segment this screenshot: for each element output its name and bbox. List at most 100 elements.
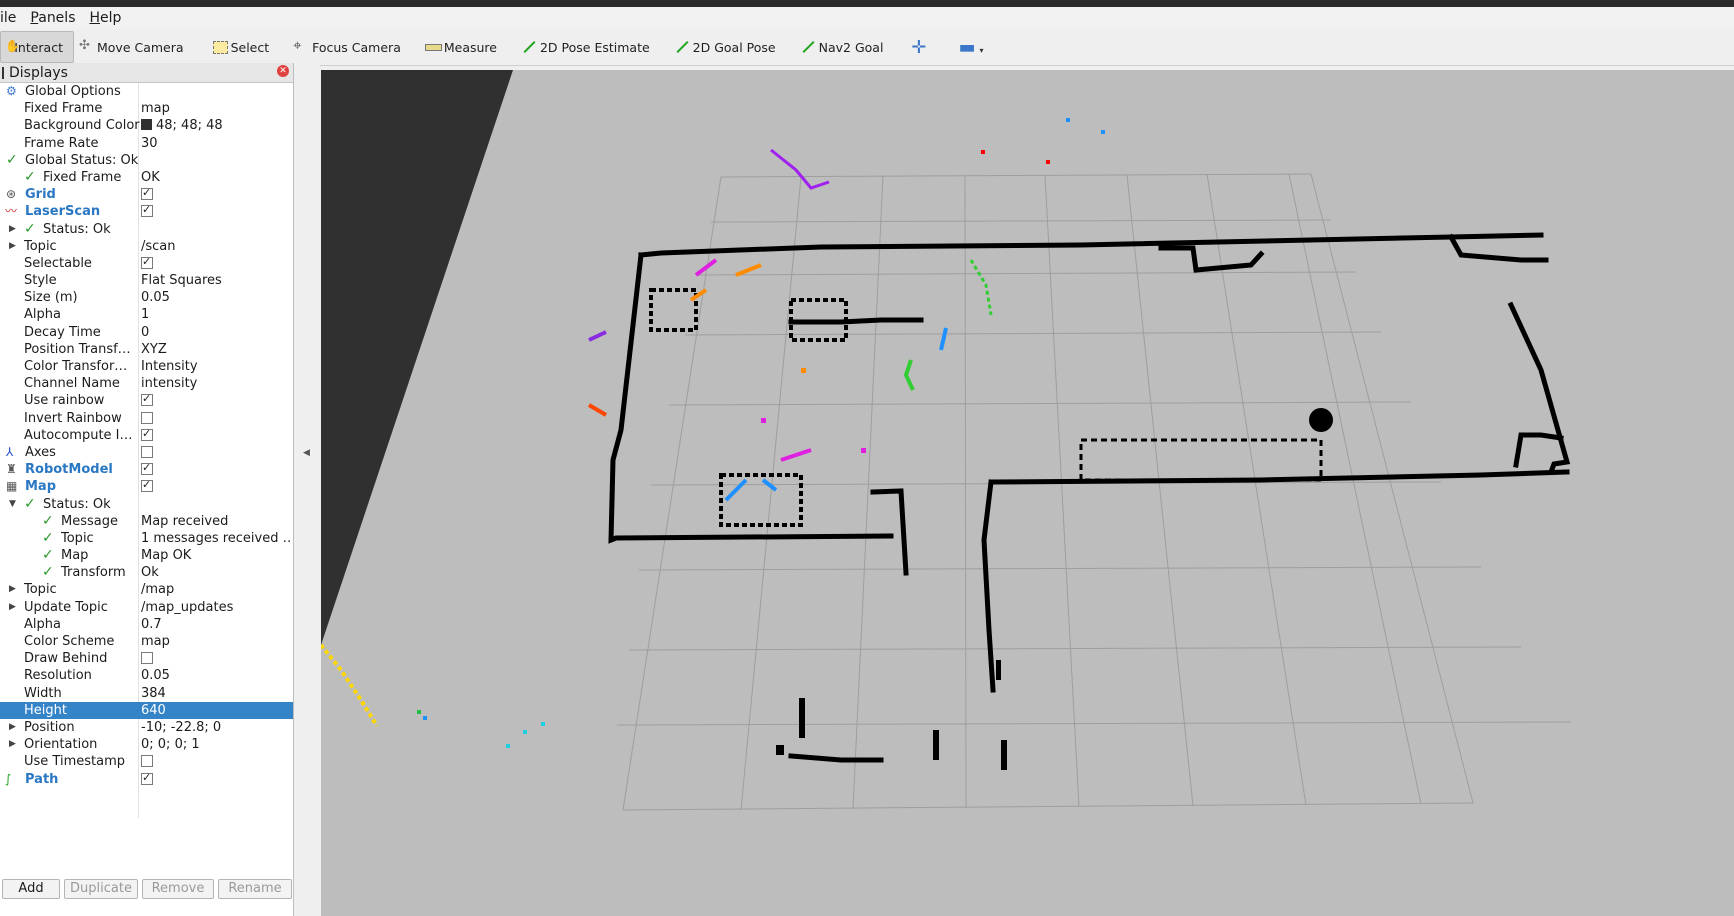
row-value[interactable]: /scan bbox=[141, 238, 291, 255]
row-color-scheme[interactable]: Color Scheme map bbox=[0, 633, 293, 650]
row-topic[interactable]: ▶ Topic /scan bbox=[0, 238, 293, 255]
focus-camera-tool[interactable]: Focus Camera bbox=[279, 32, 411, 62]
row-use-rainbow[interactable]: Use rainbow bbox=[0, 392, 293, 409]
row-fixed-frame[interactable]: Fixed Frame map bbox=[0, 100, 293, 117]
add-display-button[interactable]: Add bbox=[2, 879, 60, 899]
nav2-goal-tool[interactable]: Nav2 Goal bbox=[786, 32, 894, 62]
measure-tool[interactable]: Measure bbox=[411, 32, 507, 62]
autocompute-checkbox[interactable] bbox=[141, 427, 153, 442]
remove-tool-button[interactable]: ▬ bbox=[945, 37, 990, 58]
row-value[interactable]: /map bbox=[141, 581, 291, 598]
row-height-selected[interactable]: Height 640 bbox=[0, 701, 293, 719]
use-timestamp-checkbox[interactable] bbox=[141, 755, 153, 768]
row-orientation[interactable]: ▶ Orientation 0; 0; 0; 1 bbox=[0, 736, 293, 753]
row-value[interactable]: 30 bbox=[141, 135, 291, 152]
enable-checkbox[interactable] bbox=[141, 771, 153, 786]
menu-panels[interactable]: Panels bbox=[24, 10, 83, 26]
row-frame-rate[interactable]: Frame Rate 30 bbox=[0, 135, 293, 152]
rename-display-button[interactable]: Rename bbox=[218, 879, 292, 899]
row-invert-rainbow[interactable]: Invert Rainbow bbox=[0, 410, 293, 427]
row-global-options[interactable]: ⚙ Global Options bbox=[0, 83, 293, 100]
row-value[interactable]: 48; 48; 48 bbox=[141, 117, 291, 134]
duplicate-display-button[interactable]: Duplicate bbox=[64, 879, 138, 899]
panel-splitter[interactable] bbox=[294, 63, 320, 916]
row-value: 384 bbox=[141, 685, 166, 701]
collapse-arrow-icon[interactable]: ▼ bbox=[9, 496, 16, 513]
remove-display-button[interactable]: Remove bbox=[142, 879, 214, 899]
row-value[interactable]: 0 bbox=[141, 324, 291, 341]
row-fixed-frame-status[interactable]: ✓ Fixed Frame OK bbox=[0, 169, 293, 186]
interact-tool[interactable]: Interact bbox=[0, 31, 74, 63]
enable-checkbox[interactable] bbox=[141, 186, 153, 201]
menu-help[interactable]: Help bbox=[83, 10, 129, 26]
row-value[interactable]: Intensity bbox=[141, 358, 291, 375]
expand-arrow-icon[interactable]: ▶ bbox=[9, 238, 16, 255]
measure-icon bbox=[424, 39, 442, 55]
row-grid[interactable]: ⊛ Grid bbox=[0, 186, 293, 203]
row-width[interactable]: Width 384 bbox=[0, 685, 293, 702]
row-status-message[interactable]: ✓ Message Map received bbox=[0, 513, 293, 530]
row-laserscan[interactable]: 〰 LaserScan bbox=[0, 203, 293, 220]
row-draw-behind[interactable]: Draw Behind bbox=[0, 650, 293, 667]
row-alpha[interactable]: Alpha 1 bbox=[0, 306, 293, 323]
row-position-transformer[interactable]: Position Transf… XYZ bbox=[0, 341, 293, 358]
row-value[interactable]: map bbox=[141, 100, 291, 117]
row-resolution[interactable]: Resolution 0.05 bbox=[0, 667, 293, 684]
row-color-transformer[interactable]: Color Transfor… Intensity bbox=[0, 358, 293, 375]
goal-pose-tool[interactable]: 2D Goal Pose bbox=[660, 32, 786, 62]
row-status-map[interactable]: ✓ Map Map OK bbox=[0, 547, 293, 564]
expand-arrow-icon[interactable]: ▶ bbox=[9, 221, 16, 238]
row-update-topic[interactable]: ▶ Update Topic /map_updates bbox=[0, 599, 293, 616]
expand-arrow-icon[interactable]: ▶ bbox=[9, 599, 16, 616]
row-value[interactable]: 0.7 bbox=[141, 616, 291, 633]
enable-checkbox[interactable] bbox=[141, 203, 153, 219]
row-value[interactable]: Flat Squares bbox=[141, 272, 291, 289]
row-value[interactable]: /map_updates bbox=[141, 599, 291, 616]
menu-file[interactable]: ile bbox=[0, 10, 24, 26]
row-value[interactable]: intensity bbox=[141, 375, 291, 392]
enable-checkbox[interactable] bbox=[141, 478, 153, 494]
enable-checkbox[interactable] bbox=[141, 445, 153, 458]
close-panel-icon[interactable]: ✕ bbox=[277, 65, 289, 77]
row-position[interactable]: ▶ Position -10; -22.8; 0 bbox=[0, 719, 293, 736]
row-axes[interactable]: ⅄ Axes bbox=[0, 444, 293, 461]
row-robotmodel[interactable]: ♜ RobotModel bbox=[0, 461, 293, 478]
row-decay-time[interactable]: Decay Time 0 bbox=[0, 324, 293, 341]
selectable-checkbox[interactable] bbox=[141, 255, 153, 270]
pose-estimate-tool[interactable]: 2D Pose Estimate bbox=[507, 32, 660, 62]
row-value[interactable]: XYZ bbox=[141, 341, 291, 358]
row-map-status[interactable]: ▼ ✓ Status: Ok bbox=[0, 496, 293, 513]
row-map-alpha[interactable]: Alpha 0.7 bbox=[0, 616, 293, 633]
row-autocompute-intensity[interactable]: Autocompute I… bbox=[0, 427, 293, 444]
row-value[interactable]: map bbox=[141, 633, 291, 650]
move-camera-tool[interactable]: Move Camera bbox=[74, 32, 194, 62]
draw-behind-checkbox[interactable] bbox=[141, 652, 153, 665]
row-use-timestamp[interactable]: Use Timestamp bbox=[0, 753, 293, 770]
floor-background bbox=[321, 70, 1734, 916]
enable-checkbox[interactable] bbox=[141, 461, 153, 476]
expand-arrow-icon[interactable]: ▶ bbox=[9, 736, 16, 753]
collapse-panel-arrow-icon[interactable]: ◀ bbox=[303, 448, 310, 458]
row-laserscan-status[interactable]: ▶ ✓ Status: Ok bbox=[0, 221, 293, 238]
use-rainbow-checkbox[interactable] bbox=[141, 392, 153, 408]
3d-viewport[interactable] bbox=[321, 70, 1734, 916]
expand-arrow-icon[interactable]: ▶ bbox=[9, 719, 16, 736]
row-map-topic[interactable]: ▶ Topic /map bbox=[0, 581, 293, 598]
row-map[interactable]: ▦ Map bbox=[0, 478, 293, 495]
expand-arrow-icon[interactable]: ▶ bbox=[9, 581, 16, 598]
select-tool[interactable]: Select bbox=[194, 32, 280, 62]
row-style[interactable]: Style Flat Squares bbox=[0, 272, 293, 289]
row-selectable[interactable]: Selectable bbox=[0, 255, 293, 272]
row-status-topic[interactable]: ✓ Topic 1 messages received … bbox=[0, 530, 293, 547]
panel-grip-icon[interactable] bbox=[2, 66, 4, 79]
row-channel-name[interactable]: Channel Name intensity bbox=[0, 375, 293, 392]
row-global-status[interactable]: ✓ Global Status: Ok bbox=[0, 152, 293, 169]
row-background-color[interactable]: Background Color 48; 48; 48 bbox=[0, 117, 293, 134]
row-status-transform[interactable]: ✓ Transform Ok bbox=[0, 564, 293, 581]
row-value[interactable]: 0.05 bbox=[141, 289, 291, 306]
row-value[interactable]: 1 bbox=[141, 306, 291, 323]
row-size[interactable]: Size (m) 0.05 bbox=[0, 289, 293, 306]
row-path[interactable]: ∫ Path bbox=[0, 771, 293, 788]
add-tool-button[interactable]: ✛ bbox=[893, 37, 944, 58]
invert-rainbow-checkbox[interactable] bbox=[141, 411, 153, 424]
